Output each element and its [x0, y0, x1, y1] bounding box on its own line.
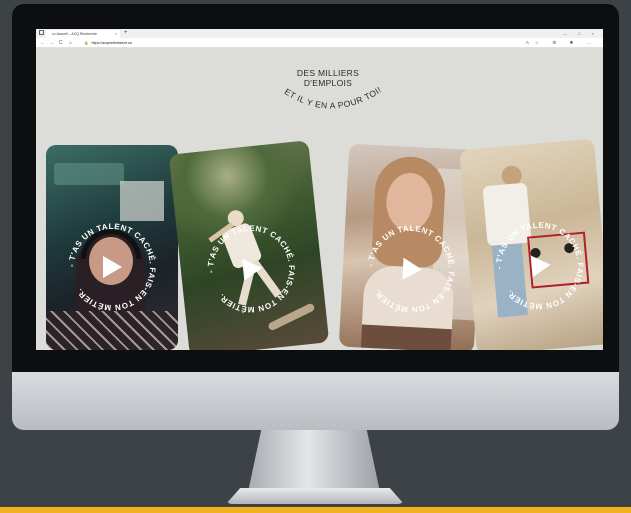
monitor-stand-base: [226, 488, 404, 504]
headline-arc-text: ET IL Y EN A POUR TOI!: [283, 84, 383, 110]
home-icon[interactable]: ⌂: [69, 38, 72, 48]
url-input[interactable]: 🔒 https://acqmetiertalent.ca: [84, 40, 464, 47]
window-shape: [54, 163, 124, 185]
play-icon[interactable]: [402, 257, 423, 281]
forward-icon[interactable]: →: [49, 38, 54, 48]
browser-toolbar-icons[interactable]: A☆ ⚙ ✱ …: [526, 38, 597, 48]
monitor-stand-neck: [248, 430, 380, 492]
url-text: https://acqmetiertalent.ca: [91, 40, 132, 45]
video-card-2[interactable]: - T'AS UN TALENT CACHÉ. FAIS-EN TON MÉTI…: [168, 140, 330, 350]
tab-close-icon[interactable]: ×: [115, 30, 117, 38]
window-menu-icon[interactable]: [39, 30, 44, 35]
play-icon[interactable]: [242, 256, 264, 281]
video-card-4[interactable]: - T'AS UN TALENT CACHÉ. FAIS-EN TON MÉTI…: [459, 138, 603, 350]
web-page: DES MILLIERS D'EMPLOIS ET IL Y EN A POUR…: [36, 48, 603, 350]
browser-tab[interactable]: ••• Accueil – ACQ Recherche ×: [46, 30, 120, 38]
reload-icon[interactable]: C: [59, 38, 63, 48]
window-shape: [120, 181, 164, 221]
screen: ••• Accueil – ACQ Recherche × + — □ × ← …: [36, 29, 603, 350]
back-icon[interactable]: ←: [40, 38, 45, 48]
browser-address-bar: ← → C ⌂ 🔒 https://acqmetiertalent.ca A☆ ⚙…: [36, 38, 603, 48]
lock-icon: 🔒: [84, 40, 89, 45]
tab-title: ••• Accueil – ACQ Recherche: [52, 32, 97, 36]
pants-shape: [360, 324, 452, 350]
new-tab-button[interactable]: +: [124, 29, 128, 38]
play-icon[interactable]: [103, 256, 122, 278]
svg-text:ET IL Y EN A POUR TOI!: ET IL Y EN A POUR TOI!: [283, 84, 384, 110]
monitor-chin: [12, 372, 619, 430]
window-controls[interactable]: — □ ×: [563, 29, 599, 38]
browser-tab-bar: ••• Accueil – ACQ Recherche × + — □ ×: [36, 29, 603, 38]
accent-bar: [0, 507, 631, 513]
video-card-1[interactable]: - T'AS UN TALENT CACHÉ. FAIS-EN TON MÉTI…: [46, 145, 178, 350]
headline-arc: ET IL Y EN A POUR TOI!: [283, 84, 384, 110]
play-icon[interactable]: [530, 253, 552, 278]
